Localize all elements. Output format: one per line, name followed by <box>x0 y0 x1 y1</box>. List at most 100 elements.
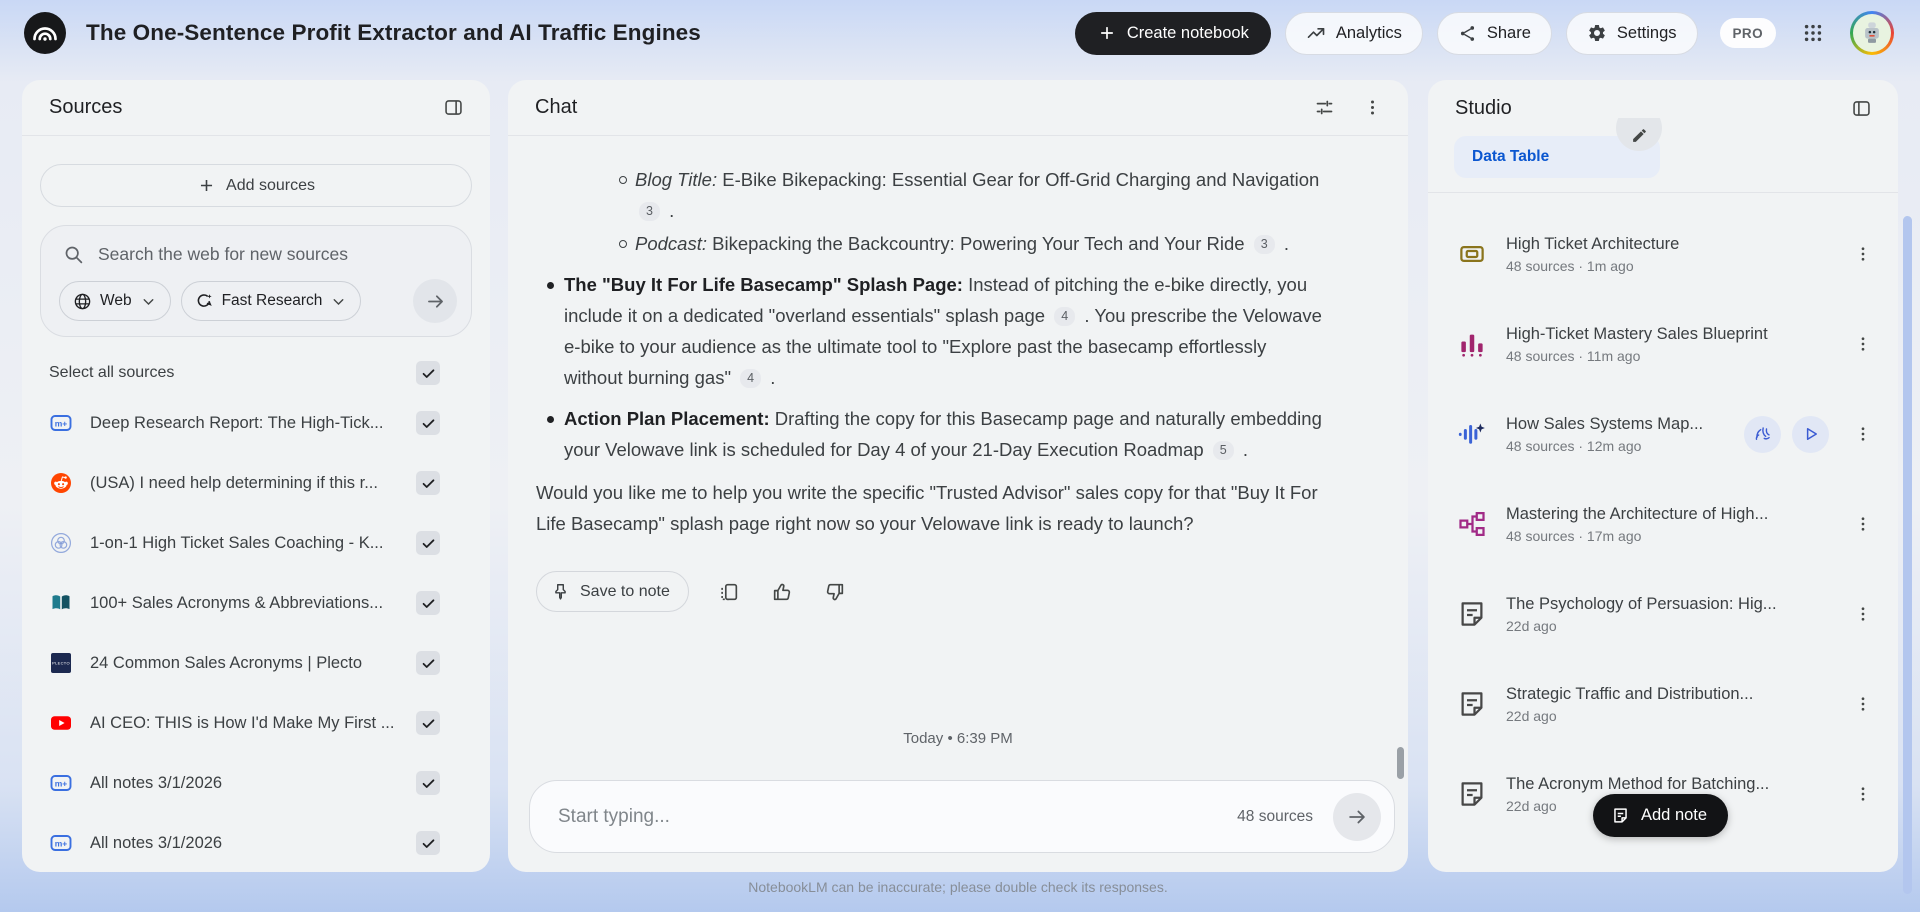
search-submit-button[interactable] <box>413 279 457 323</box>
flashcards-icon <box>1457 239 1487 269</box>
studio-item-more-icon[interactable] <box>1852 871 1874 872</box>
studio-item-text: The Psychology of Persuasion: Hig... 22d … <box>1506 595 1833 634</box>
play-audio-button[interactable] <box>1792 415 1829 453</box>
chat-bullet-text: The "Buy It For Life Basecamp" Splash Pa… <box>564 274 1322 388</box>
add-note-button[interactable]: Add note <box>1593 794 1729 837</box>
source-checkbox[interactable] <box>416 711 440 735</box>
chat-timestamp: Today • 6:39 PM <box>903 730 1013 747</box>
share-button[interactable]: Share <box>1436 11 1552 55</box>
chevron-down-icon <box>333 298 344 305</box>
source-list-item[interactable]: m+ All notes 3/1/2026 <box>22 813 490 872</box>
source-checkbox[interactable] <box>416 531 440 555</box>
studio-item-more-icon[interactable] <box>1852 511 1874 537</box>
studio-list-item[interactable]: Mastering the Architecture of High... 48 … <box>1428 479 1898 569</box>
chat-panel-title: Chat <box>535 96 578 118</box>
sources-panel: Sources Add sources Web Fast Research <box>22 80 490 872</box>
notebooklm-logo-icon[interactable] <box>24 12 66 54</box>
notebook-title[interactable]: The One-Sentence Profit Extractor and AI… <box>86 20 701 46</box>
studio-list-item[interactable]: How Sales Systems Map... 48 sources · 12m… <box>1428 389 1898 479</box>
studio-item-more-icon[interactable] <box>1852 781 1874 807</box>
studio-list-item[interactable]: The Psychology of Persuasion: Hig... 22d … <box>1428 569 1898 659</box>
chevron-down-icon <box>143 298 154 305</box>
chat-settings-tune-icon[interactable] <box>1312 95 1337 120</box>
chat-bullet-text: Action Plan Placement: Drafting the copy… <box>564 408 1322 460</box>
studio-item-title: The Psychology of Persuasion: Hig... <box>1506 594 1777 613</box>
thumbs-up-icon[interactable] <box>769 579 795 605</box>
studio-item-more-icon[interactable] <box>1852 691 1874 717</box>
svg-text:m+: m+ <box>55 779 68 789</box>
notebook-note-icon: m+ <box>49 411 73 435</box>
select-all-checkbox[interactable] <box>416 361 440 385</box>
web-source-type-dropdown[interactable]: Web <box>59 281 171 321</box>
add-sources-button[interactable]: Add sources <box>40 164 472 207</box>
source-list-item[interactable]: m+ Deep Research Report: The High-Tick... <box>22 393 490 453</box>
studio-panel-title: Studio <box>1455 96 1512 119</box>
chat-sub-bullet: Blog Title: E-Bike Bikepacking: Essentia… <box>536 164 1322 226</box>
expand-studio-panel-icon[interactable] <box>1849 96 1874 121</box>
plus-icon <box>1097 23 1117 43</box>
citation-badge[interactable]: 3 <box>639 202 660 221</box>
source-checkbox[interactable] <box>416 831 440 855</box>
svg-text:m+: m+ <box>55 839 68 849</box>
thumbs-down-icon[interactable] <box>822 579 848 605</box>
chat-sub-bullet-text: Blog Title: E-Bike Bikepacking: Essentia… <box>635 169 1320 221</box>
source-list-item[interactable]: 100+ Sales Acronyms & Abbreviations... <box>22 573 490 633</box>
analytics-button[interactable]: Analytics <box>1284 11 1423 55</box>
data-table-chip-label: Data Table <box>1472 148 1550 165</box>
studio-item-more-icon[interactable] <box>1852 421 1874 447</box>
user-avatar[interactable] <box>1850 11 1894 55</box>
send-message-button[interactable] <box>1333 792 1381 841</box>
plus-icon <box>197 176 216 195</box>
studio-item-more-icon[interactable] <box>1852 241 1874 267</box>
save-to-note-label: Save to note <box>580 582 670 600</box>
source-checkbox[interactable] <box>416 591 440 615</box>
studio-list-item[interactable]: High-Ticket Mastery Sales Blueprint 48 so… <box>1428 299 1898 389</box>
share-icon <box>1458 24 1477 43</box>
open-bullet-marker <box>617 228 635 259</box>
create-notebook-button[interactable]: Create notebook <box>1074 11 1271 55</box>
studio-item-more-icon[interactable] <box>1852 601 1874 627</box>
source-checkbox[interactable] <box>416 471 440 495</box>
research-mode-dropdown[interactable]: Fast Research <box>180 281 362 321</box>
page-scrollbar-thumb[interactable] <box>1903 216 1912 894</box>
source-checkbox[interactable] <box>416 411 440 435</box>
source-title: 100+ Sales Acronyms & Abbreviations... <box>90 593 384 612</box>
citation-badge[interactable]: 5 <box>1212 441 1234 460</box>
chat-main-bullet: The "Buy It For Life Basecamp" Splash Pa… <box>536 269 1322 393</box>
source-list-item[interactable]: (USA) I need help determining if this r.… <box>22 453 490 513</box>
chat-input[interactable] <box>558 805 1228 828</box>
source-list-item[interactable]: AI CEO: THIS is How I'd Make My First ..… <box>22 693 490 753</box>
studio-item-text: High-Ticket Mastery Sales Blueprint 48 so… <box>1506 325 1833 364</box>
web-search-input[interactable] <box>98 244 453 265</box>
studio-item-meta: 48 sources · 11m ago <box>1506 347 1641 364</box>
settings-button[interactable]: Settings <box>1565 11 1698 55</box>
google-apps-grid-icon[interactable] <box>1796 16 1830 50</box>
studio-list-item[interactable]: The Content Creation Engine: Wee... <box>1428 839 1898 872</box>
citation-badge[interactable]: 3 <box>1253 235 1275 254</box>
studio-item-more-icon[interactable] <box>1852 331 1874 357</box>
citation-badge[interactable]: 4 <box>740 369 762 388</box>
studio-list-item[interactable]: High Ticket Architecture 48 sources · 1m … <box>1428 209 1898 299</box>
source-list-item[interactable]: 1-on-1 High Ticket Sales Coaching - K... <box>22 513 490 573</box>
studio-item-meta: 22d ago <box>1506 707 1557 724</box>
chat-input-bar: 48 sources <box>529 780 1395 853</box>
studio-list-item[interactable]: Strategic Traffic and Distribution... 22d… <box>1428 659 1898 749</box>
chat-more-options-icon[interactable] <box>1361 96 1384 119</box>
note-doc-icon <box>1457 869 1487 872</box>
save-to-note-button[interactable]: Save to note <box>536 571 689 612</box>
add-note-label: Add note <box>1641 806 1708 824</box>
source-list-item[interactable]: m+ All notes 3/1/2026 <box>22 753 490 813</box>
copy-response-icon[interactable] <box>716 579 742 605</box>
studio-item-text: Strategic Traffic and Distribution... 22d… <box>1506 685 1833 724</box>
notebook-note-icon: m+ <box>49 831 73 855</box>
source-list-item[interactable]: PLECTO 24 Common Sales Acronyms | Plecto <box>22 633 490 693</box>
collapse-sources-panel-icon[interactable] <box>441 95 466 120</box>
chat-scrollbar-thumb[interactable] <box>1397 747 1404 779</box>
note-doc-icon <box>1457 599 1487 629</box>
studio-item-meta: 22d ago <box>1506 617 1557 634</box>
citation-badge[interactable]: 4 <box>1054 307 1076 326</box>
interactive-mode-button[interactable] <box>1744 415 1781 453</box>
source-checkbox[interactable] <box>416 651 440 675</box>
research-chip-label: Fast Research <box>221 292 323 309</box>
source-checkbox[interactable] <box>416 771 440 795</box>
